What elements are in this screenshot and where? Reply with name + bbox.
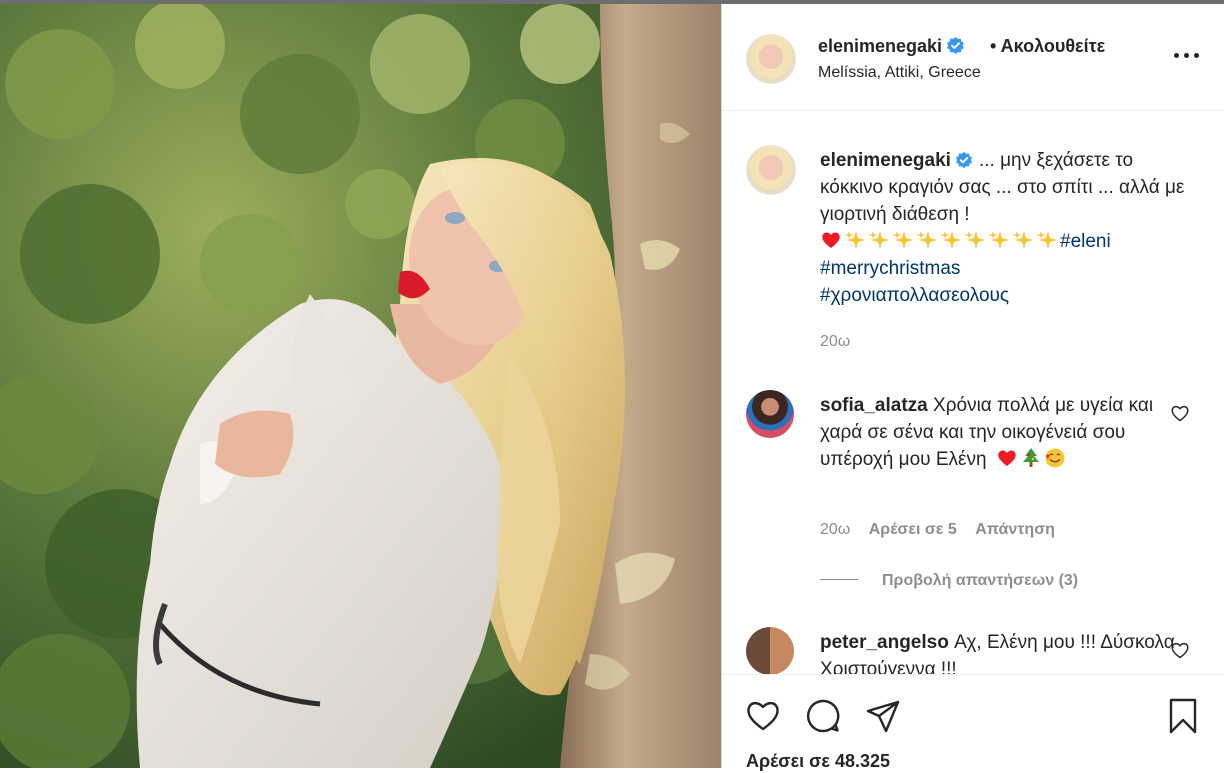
bookmark-icon[interactable] <box>1164 697 1202 735</box>
comment-text-block: sofia_alatza Χρόνια πολλά με υγεία και χ… <box>820 392 1190 473</box>
share-icon[interactable] <box>864 697 902 735</box>
verified-badge-icon <box>955 151 972 169</box>
christmas-tree-icon <box>1022 448 1039 467</box>
post-header: elenimenegaki • Ακολουθείτε Melíssia, At… <box>722 4 1224 111</box>
sparkles-icon <box>989 231 1009 249</box>
author-username[interactable]: elenimenegaki <box>818 36 942 56</box>
comment-avatar-sofia[interactable] <box>746 390 794 438</box>
follow-status[interactable]: • Ακολουθείτε <box>990 36 1105 57</box>
comment-meta: 20ω Αρέσει σε 5 Απάντηση <box>820 521 1055 539</box>
post-likes-count[interactable]: Αρέσει σε 48.325 <box>746 751 890 772</box>
hashtag-eleni[interactable]: #eleni <box>1060 231 1111 252</box>
like-comment-heart-icon[interactable] <box>1170 404 1190 422</box>
comments-section: elenimenegaki... μην ξεχάσετε το κόκκινο… <box>722 111 1224 674</box>
comment-text-block: peter_angelso Αχ, Ελένη μου !!! Δύσκολα … <box>820 629 1190 674</box>
post-details-panel: elenimenegaki • Ακολουθείτε Melíssia, At… <box>722 4 1224 773</box>
comment-likes[interactable]: Αρέσει σε 5 <box>869 521 957 538</box>
verified-badge-icon <box>947 36 965 55</box>
post-photo[interactable] <box>0 4 721 768</box>
reply-button[interactable]: Απάντηση <box>975 521 1055 538</box>
sparkles-icon <box>941 231 961 249</box>
comment-username[interactable]: peter_angelso <box>820 632 949 653</box>
photo-illustration <box>0 4 721 768</box>
like-comment-heart-icon[interactable] <box>1170 641 1190 659</box>
author-avatar[interactable] <box>746 34 796 84</box>
comment-time[interactable]: 20ω <box>820 521 850 538</box>
view-replies-button[interactable]: Προβολή απαντήσεων (3) <box>820 572 1078 590</box>
hashtag-xronia-polla[interactable]: #χρονιαπολλασεολους <box>820 285 1009 306</box>
comment-avatar-peter[interactable] <box>746 627 794 674</box>
author-username-row[interactable]: elenimenegaki <box>818 36 965 57</box>
sparkles-icon <box>965 231 985 249</box>
caption-time[interactable]: 20ω <box>820 333 850 351</box>
caption-username[interactable]: elenimenegaki <box>820 150 951 171</box>
comment-username[interactable]: sofia_alatza <box>820 395 928 416</box>
heart-icon[interactable] <box>744 697 782 735</box>
caption-text-block: elenimenegaki... μην ξεχάσετε το κόκκινο… <box>820 147 1190 309</box>
more-options-icon[interactable] <box>1174 50 1200 60</box>
red-heart-icon <box>998 450 1016 466</box>
emoji-row <box>820 231 1060 252</box>
post-actions-bar: Αρέσει σε 48.325 <box>722 674 1224 773</box>
sparkles-icon <box>845 231 865 249</box>
sparkles-icon <box>869 231 889 249</box>
replies-line <box>820 579 858 580</box>
sparkles-icon <box>893 231 913 249</box>
comment-icon[interactable] <box>804 697 842 735</box>
hashtag-merrychristmas[interactable]: #merrychristmas <box>820 258 960 279</box>
post-location[interactable]: Melíssia, Attiki, Greece <box>818 64 981 82</box>
sparkles-icon <box>917 231 937 249</box>
smiling-face-icon <box>1045 448 1065 468</box>
sparkles-icon <box>1013 231 1033 249</box>
view-replies-label[interactable]: Προβολή απαντήσεων (3) <box>882 572 1078 589</box>
sparkles-icon <box>1037 231 1057 249</box>
caption-avatar[interactable] <box>746 145 796 195</box>
red-heart-icon <box>822 232 840 248</box>
